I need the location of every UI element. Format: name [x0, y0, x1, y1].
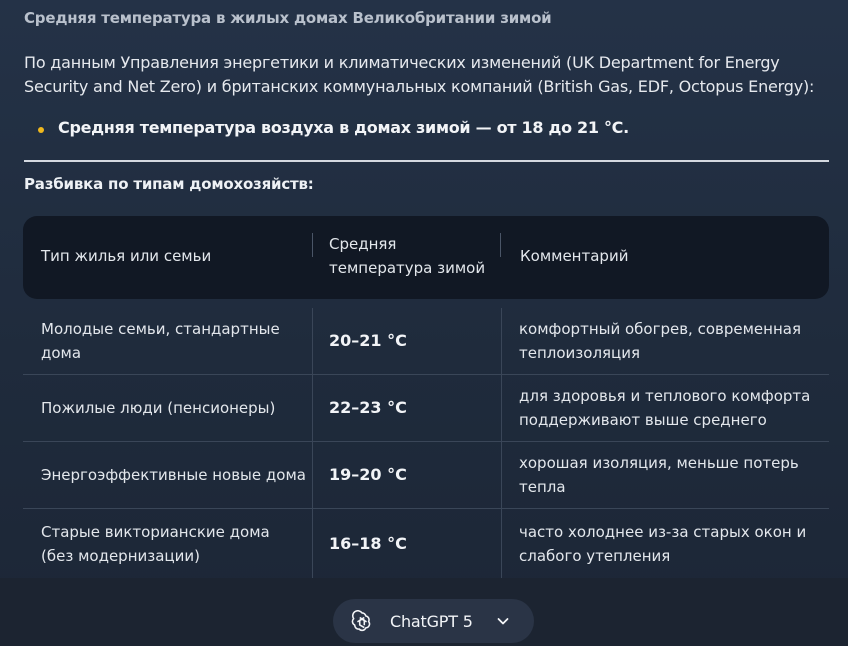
column-header-type: Тип жилья или семьи	[41, 247, 212, 265]
table-body: Молодые семьи, стандартные дома 20–21 °C…	[23, 308, 829, 578]
model-selector-button[interactable]: ChatGPT 5	[333, 599, 534, 643]
openai-logo-icon	[351, 610, 371, 632]
table-row: Старые викторианские дома (без модерниза…	[23, 509, 829, 578]
model-label: ChatGPT 5	[390, 611, 473, 631]
table-header: Тип жилья или семьи Средняя температура …	[23, 216, 829, 299]
chat-window: Средняя температура в жилых домах Велико…	[0, 0, 848, 646]
cell-household-type: Пожилые люди (пенсионеры)	[41, 399, 276, 417]
header-separator	[312, 233, 313, 257]
chevron-down-icon	[497, 618, 509, 625]
message-intro: По данным Управления энергетики и климат…	[24, 53, 815, 96]
table-row: Молодые семьи, стандартные дома 20–21 °C…	[23, 308, 829, 375]
cell-temperature: 20–21 °C	[329, 331, 407, 350]
assistant-message: Средняя температура в жилых домах Велико…	[0, 0, 848, 578]
column-header-temperature: Средняя температура зимой	[329, 235, 486, 277]
bullet-dot	[38, 127, 44, 133]
section-subheading: Разбивка по типам домохозяйств:	[24, 175, 314, 193]
cell-household-type: Старые викторианские дома (без модерниза…	[41, 523, 270, 565]
cell-temperature: 22–23 °C	[329, 398, 407, 417]
cell-household-type: Энергоэффективные новые дома	[41, 466, 306, 484]
cell-comment: комфортный обогрев, современная теплоизо…	[519, 320, 801, 362]
message-heading: Средняя температура в жилых домах Велико…	[24, 9, 552, 27]
bullet-text: Средняя температура воздуха в домах зимо…	[58, 118, 629, 137]
cell-comment: часто холоднее из-за старых окон и слабо…	[519, 523, 807, 565]
header-separator	[500, 233, 501, 257]
table-row: Пожилые люди (пенсионеры) 22–23 °C для з…	[23, 375, 829, 442]
cell-comment: хорошая изоляция, меньше потерь тепла	[519, 454, 799, 496]
cell-comment: для здоровья и теплового комфорта поддер…	[519, 387, 811, 429]
column-header-comment: Комментарий	[520, 247, 629, 265]
cell-temperature: 19–20 °C	[329, 465, 407, 484]
divider	[24, 160, 829, 162]
bullet-item: Средняя температура воздуха в домах зимо…	[38, 118, 629, 137]
cell-temperature: 16–18 °C	[329, 534, 407, 553]
cell-household-type: Молодые семьи, стандартные дома	[41, 320, 280, 362]
table-row: Энергоэффективные новые дома 19–20 °C хо…	[23, 442, 829, 509]
